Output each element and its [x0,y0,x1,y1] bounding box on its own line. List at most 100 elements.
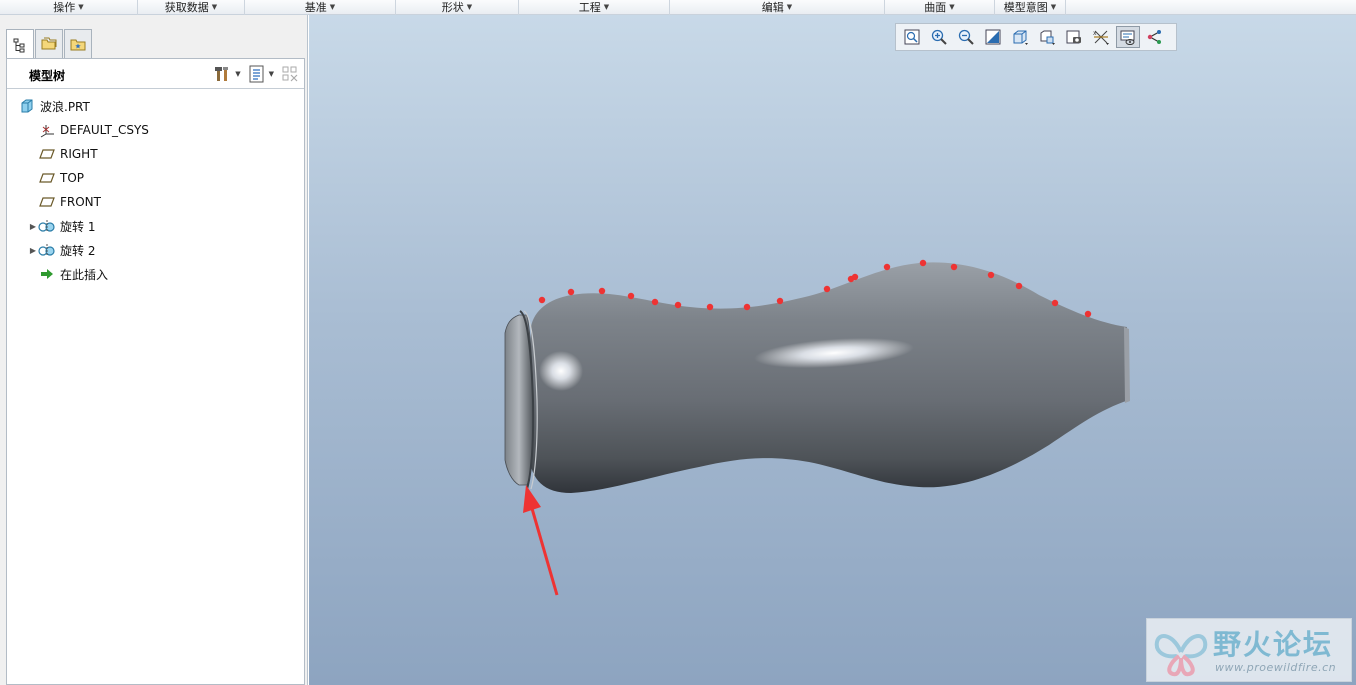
show-button[interactable] [247,64,267,84]
datum-display-button[interactable]: x [1089,26,1113,48]
spin-center-button[interactable] [1143,26,1167,48]
control-point[interactable] [706,303,714,311]
ribbon-group-engineering[interactable]: 工程 ▼ [519,0,670,15]
control-point[interactable] [950,263,958,271]
watermark-url: www.proewildfire.cn [1215,661,1337,674]
datum-display-icon: x [1093,30,1109,45]
repaint-button[interactable] [981,26,1005,48]
tools-icon [215,67,229,81]
annotation-display-button[interactable] [1116,26,1140,48]
model-body[interactable] [529,262,1129,493]
model-tree-list: 波浪.PRT DEFAULT_CSYS RIGHT TOP FRONT ▶ 旋转… [7,89,304,286]
annotation-arrow-icon [523,485,541,513]
control-point[interactable] [851,273,859,281]
ribbon-group-model-intent[interactable]: 模型意图 ▼ [995,0,1066,15]
control-point[interactable] [743,303,751,311]
tree-item-part[interactable]: 波浪.PRT [7,94,304,118]
tab-favorites[interactable] [64,29,92,58]
tree-filter-icon [282,66,298,82]
svg-text:x: x [1093,30,1097,37]
zoom-out-icon [958,29,974,45]
forum-logo-icon [1154,634,1208,677]
model-view[interactable] [309,15,1356,685]
watermark-title: 野火论坛 [1213,628,1334,661]
control-point[interactable] [987,271,995,279]
control-point[interactable] [1084,310,1092,318]
model-tree-header: 模型树 ▼ ▼ [7,59,304,89]
annotation-arrow-shaft [529,504,559,596]
chevron-down-icon: ▼ [329,3,336,11]
control-point[interactable] [627,292,635,300]
revolve-icon [38,242,56,258]
tab-model-tree[interactable] [6,29,34,59]
display-style-icon [1013,30,1028,45]
chevron-down-icon[interactable]: ▼ [235,70,240,78]
annotation-display-icon [1120,30,1135,45]
control-point[interactable] [1015,282,1023,290]
ribbon-group-bar: 操作 ▼ 获取数据 ▼ 基准 ▼ 形状 ▼ 工程 ▼ 编辑 ▼ 曲面 ▼ 模型意图 ▼ [0,0,1356,15]
control-point[interactable] [823,285,831,293]
navigator-tabs [6,29,93,59]
display-style-button[interactable] [1008,26,1032,48]
datum-plane-icon [38,170,56,186]
tree-item-csys[interactable]: DEFAULT_CSYS [7,118,304,142]
chevron-down-icon: ▼ [466,3,473,11]
control-point[interactable] [674,301,682,309]
datum-plane-icon [38,146,56,162]
control-point[interactable] [776,297,784,305]
control-point[interactable] [538,296,546,304]
tree-item-revolve-1[interactable]: ▶ 旋转 1 [7,214,304,238]
zoom-in-button[interactable] [927,26,951,48]
ribbon-group-get-data[interactable]: 获取数据 ▼ [138,0,245,15]
ribbon-group-shapes[interactable]: 形状 ▼ [396,0,519,15]
control-point[interactable] [1051,299,1059,307]
part-icon [18,98,36,114]
tree-item-revolve-2[interactable]: ▶ 旋转 2 [7,238,304,262]
view-manager-button[interactable] [1062,26,1086,48]
control-point[interactable] [651,298,659,306]
control-point[interactable] [919,259,927,267]
tab-folder-browser[interactable] [35,29,63,58]
expand-arrow-icon[interactable]: ▶ [28,222,38,231]
tree-item-top[interactable]: TOP [7,166,304,190]
control-point[interactable] [883,263,891,271]
datum-plane-icon [38,194,56,210]
control-point[interactable] [567,288,575,296]
ribbon-group-operations[interactable]: 操作 ▼ [0,0,138,15]
filter-button[interactable] [280,64,300,84]
highlight [539,351,583,391]
model-tree: 模型树 ▼ ▼ 波浪.PRT DEFAULT_CSYS RIGHT TOP FR… [6,58,305,685]
zoom-out-button[interactable] [954,26,978,48]
csys-icon [38,122,56,138]
model-tree-tools: ▼ ▼ [213,64,300,84]
saved-orientations-button[interactable] [1035,26,1059,48]
model-end-face [1124,327,1130,403]
chevron-down-icon: ▼ [786,3,793,11]
list-icon [249,65,264,83]
spin-center-icon [1147,30,1161,44]
refit-icon [904,29,920,45]
refit-button[interactable] [900,26,924,48]
ribbon-group-editing[interactable]: 编辑 ▼ [670,0,885,15]
chevron-down-icon: ▼ [1050,3,1057,11]
graphics-window[interactable]: x 野火论坛 www.proewildfire.cn [309,15,1356,685]
tree-item-right[interactable]: RIGHT [7,142,304,166]
chevron-down-icon: ▼ [949,3,955,11]
repaint-icon [985,29,1001,45]
folder-browser-icon [41,37,57,50]
model-tree-title: 模型树 [29,69,66,83]
control-point[interactable] [598,287,606,295]
tree-item-front[interactable]: FRONT [7,190,304,214]
chevron-down-icon: ▼ [603,3,610,11]
chevron-down-icon: ▼ [78,3,84,11]
ribbon-group-surfaces[interactable]: 曲面 ▼ [885,0,995,15]
favorites-icon [70,39,86,51]
zoom-in-icon [931,29,947,45]
expand-arrow-icon[interactable]: ▶ [28,246,38,255]
revolve-icon [38,218,56,234]
settings-button[interactable] [213,64,233,84]
ribbon-group-datum[interactable]: 基准 ▼ [245,0,396,15]
insert-here-icon [38,266,56,282]
chevron-down-icon[interactable]: ▼ [269,70,274,78]
tree-item-insert-here[interactable]: 在此插入 [7,262,304,286]
